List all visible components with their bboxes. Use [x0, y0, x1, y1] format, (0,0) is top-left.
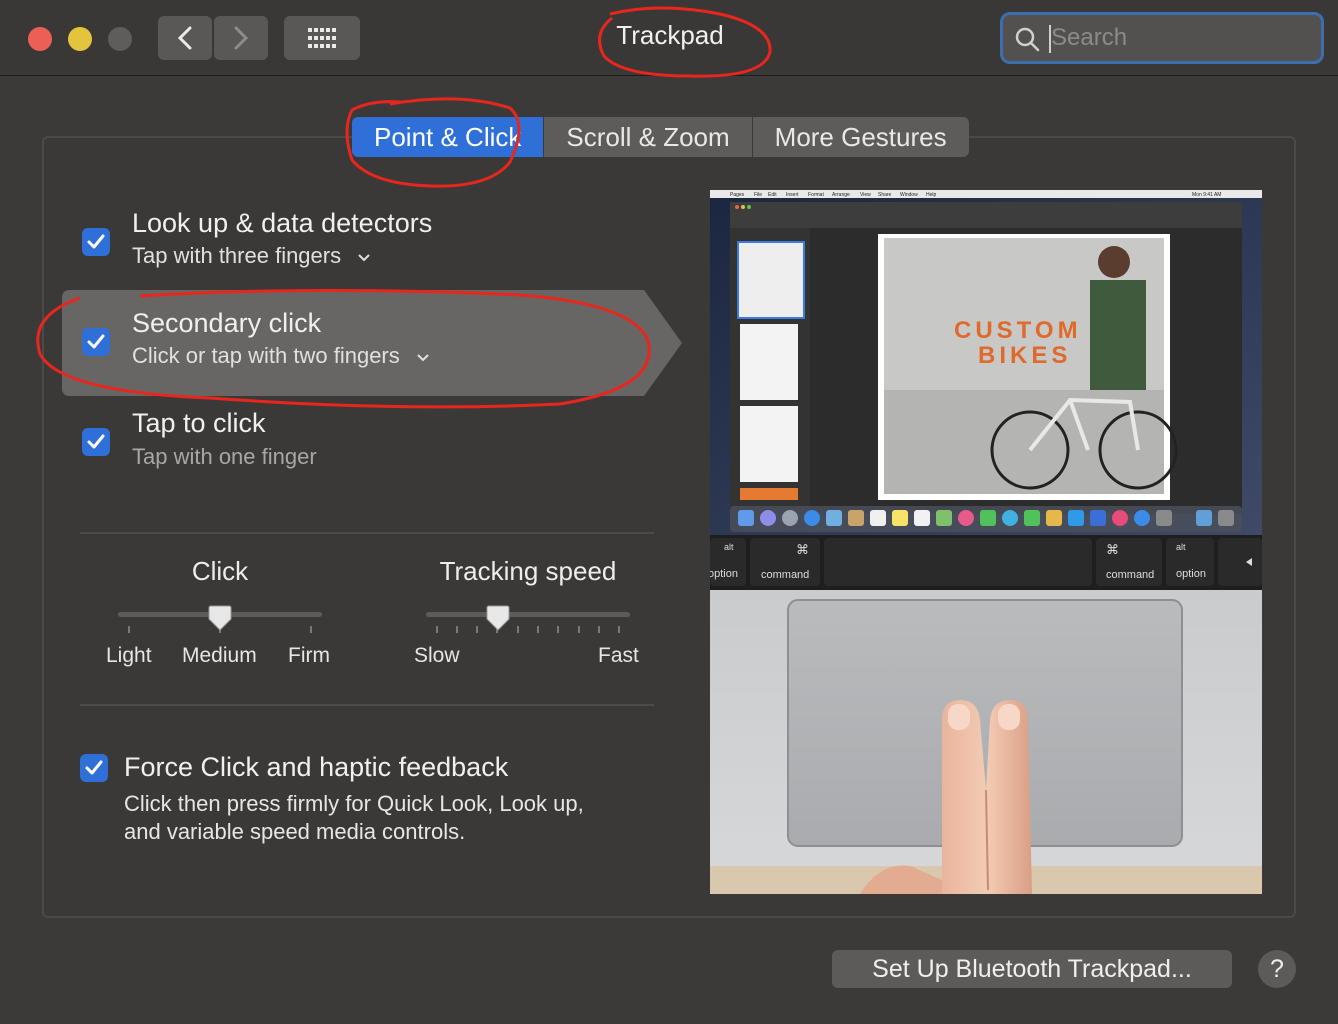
preview-menu-item: Window: [900, 192, 918, 198]
preview-doc-title: BIKES: [978, 342, 1071, 369]
preview-menu-item: View: [860, 192, 871, 198]
title-bar: Trackpad Search: [0, 0, 1338, 76]
slider-tick: [557, 626, 559, 633]
dock-icons: [738, 510, 1234, 526]
tab-more-gestures[interactable]: More Gestures: [752, 117, 969, 157]
preview-menu-item: Format: [808, 192, 824, 198]
gesture-preview-video: Pages File Edit Insert Format Arrange Vi…: [710, 190, 1262, 894]
chevron-down-icon: [358, 254, 370, 262]
preview-clock: Mon 9:41 AM: [1192, 192, 1221, 198]
click-firm-label: Firm: [288, 644, 330, 667]
preview-key-label: option: [1176, 568, 1206, 580]
tap-to-click-title: Tap to click: [132, 408, 266, 438]
preview-menu-app: Pages: [730, 192, 745, 198]
secondary-click-checkbox[interactable]: [82, 328, 110, 356]
click-light-label: Light: [106, 644, 152, 667]
lookup-title: Look up & data detectors: [132, 208, 433, 238]
tracking-slider-track[interactable]: [426, 612, 630, 617]
secondary-click-title: Secondary click: [132, 308, 322, 338]
preview-menu-item: Share: [878, 192, 892, 198]
preview-menu-item: Insert: [786, 192, 799, 198]
preview-menu-item: Arrange: [832, 192, 850, 198]
checkmark-icon: [87, 334, 105, 349]
force-click-desc-line: Click then press firmly for Quick Look, …: [124, 791, 584, 816]
lookup-subtitle: Tap with three fingers: [132, 243, 342, 268]
divider: [80, 532, 654, 534]
help-button[interactable]: ?: [1258, 950, 1296, 988]
lookup-checkbox[interactable]: [82, 228, 110, 256]
slider-tick: [598, 626, 600, 633]
chevron-right-icon: [234, 26, 249, 50]
force-click-description: Click then press firmly for Quick Look, …: [124, 790, 584, 846]
tab-bar: Point & Click Scroll & Zoom More Gesture…: [352, 117, 969, 157]
chevron-left-icon: [177, 26, 192, 50]
tracking-slow-label: Slow: [414, 644, 460, 667]
preview-doc-title: CUSTOM: [954, 317, 1082, 344]
tap-to-click-subtitle: Tap with one finger: [132, 444, 317, 469]
slider-tick: [476, 626, 478, 633]
click-slider-thumb[interactable]: [208, 604, 232, 632]
forward-button[interactable]: [214, 16, 268, 60]
lookup-gesture-dropdown[interactable]: Tap with three fingers: [132, 243, 371, 269]
tab-point-click[interactable]: Point & Click: [352, 117, 545, 157]
slider-tick: [128, 626, 130, 633]
preview-illustration: Pages File Edit Insert Format Arrange Vi…: [710, 190, 1262, 894]
slider-tick: [456, 626, 458, 633]
close-window-button[interactable]: [28, 27, 52, 51]
checkmark-icon: [85, 760, 103, 775]
search-icon: [1015, 27, 1040, 52]
slider-tick: [310, 626, 312, 633]
minimize-window-button[interactable]: [68, 27, 92, 51]
command-key-icon: ⌘: [796, 542, 809, 557]
click-medium-label: Medium: [182, 644, 257, 667]
preview-menu-item: Help: [926, 192, 937, 198]
preview-menu-item: File: [754, 192, 762, 198]
preview-key-label: command: [761, 569, 809, 581]
preview-key-label: command: [1106, 569, 1154, 581]
chevron-down-icon: [417, 354, 429, 362]
force-click-title: Force Click and haptic feedback: [124, 752, 509, 782]
grid-icon: [308, 28, 336, 48]
slider-tick: [537, 626, 539, 633]
preview-key-label: alt: [1176, 542, 1186, 552]
window-title: Trackpad: [616, 20, 724, 50]
force-click-checkbox[interactable]: [80, 754, 108, 782]
checkmark-icon: [87, 434, 105, 449]
preview-key-label: option: [710, 568, 738, 580]
tap-to-click-checkbox[interactable]: [82, 428, 110, 456]
zoom-window-button[interactable]: [108, 27, 132, 51]
slider-tick: [436, 626, 438, 633]
setup-bluetooth-trackpad-button[interactable]: Set Up Bluetooth Trackpad...: [832, 950, 1232, 988]
search-field[interactable]: Search: [1000, 12, 1324, 64]
divider: [80, 704, 654, 706]
secondary-click-subtitle: Click or tap with two fingers: [132, 343, 400, 368]
slider-tick: [517, 626, 519, 633]
tracking-fast-label: Fast: [598, 644, 639, 667]
checkmark-icon: [87, 234, 105, 249]
show-all-button[interactable]: [284, 16, 360, 60]
tracking-slider-title: Tracking speed: [439, 556, 617, 586]
preview-key-label: alt: [724, 542, 734, 552]
slider-tick: [618, 626, 620, 633]
secondary-click-gesture-dropdown[interactable]: Click or tap with two fingers: [132, 343, 430, 369]
search-placeholder: Search: [1051, 24, 1128, 51]
tab-scroll-zoom[interactable]: Scroll & Zoom: [544, 117, 753, 157]
force-click-desc-line: and variable speed media controls.: [124, 819, 466, 844]
command-key-icon: ⌘: [1106, 542, 1119, 557]
tracking-slider-thumb[interactable]: [486, 604, 510, 632]
slider-tick: [578, 626, 580, 633]
click-slider-title: Click: [191, 556, 249, 586]
preview-menu-item: Edit: [768, 192, 777, 198]
back-button[interactable]: [158, 16, 212, 60]
